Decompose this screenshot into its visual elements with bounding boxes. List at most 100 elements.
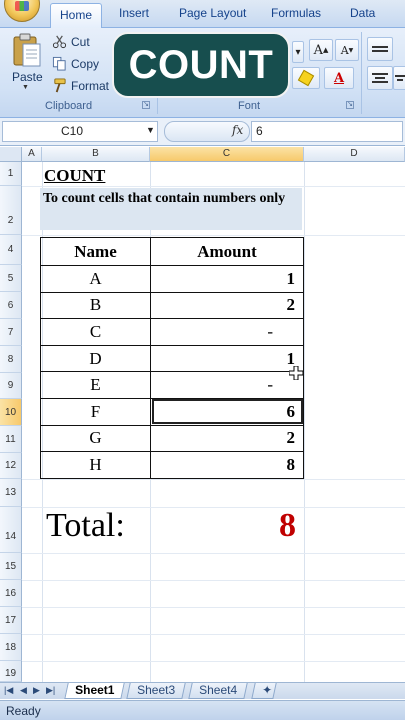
insert-sheet-icon[interactable]: ✦ bbox=[251, 683, 277, 699]
align-top-icon[interactable] bbox=[367, 37, 393, 61]
format-painter-button[interactable]: Format bbox=[52, 78, 109, 93]
row-header-6[interactable]: 6 bbox=[0, 292, 22, 319]
row-header-15[interactable]: 15 bbox=[0, 553, 22, 580]
cut-button[interactable]: Cut bbox=[52, 34, 90, 49]
column-header-d[interactable]: D bbox=[304, 147, 405, 162]
row-header-17[interactable]: 17 bbox=[0, 607, 22, 634]
name-box[interactable]: C10 bbox=[2, 121, 158, 142]
gridline bbox=[22, 553, 405, 554]
font-size-dropdown-icon[interactable]: ▾ bbox=[292, 41, 304, 63]
shrink-font-icon[interactable]: A ▼ bbox=[335, 39, 359, 61]
copy-icon bbox=[52, 56, 66, 71]
format-painter-label: Format bbox=[71, 78, 110, 93]
amount-cell[interactable]: 1 bbox=[150, 265, 304, 293]
grow-font-icon[interactable]: A ▲ bbox=[309, 39, 333, 61]
table-row: C - bbox=[40, 318, 304, 346]
select-all-corner[interactable] bbox=[0, 147, 22, 162]
row-header-2[interactable]: 2 bbox=[0, 186, 22, 235]
row-header-5[interactable]: 5 bbox=[0, 265, 22, 292]
sheet-tab-sheet4[interactable]: Sheet4 bbox=[188, 683, 248, 699]
paste-icon[interactable] bbox=[12, 32, 42, 68]
table-header-amount[interactable]: Amount bbox=[150, 237, 304, 266]
column-header-a[interactable]: A bbox=[22, 147, 42, 162]
font-color-icon[interactable]: A bbox=[324, 67, 354, 89]
gridline bbox=[22, 580, 405, 581]
cell-cursor-icon bbox=[289, 366, 303, 380]
gridline bbox=[22, 661, 405, 662]
name-cell[interactable]: C bbox=[40, 318, 151, 346]
next-sheet-icon[interactable]: ▶ bbox=[33, 685, 40, 696]
sheet-subtitle-cell[interactable]: To count cells that contain numbers only bbox=[40, 188, 302, 230]
row-header-12[interactable]: 12 bbox=[0, 453, 22, 479]
align-center-icon[interactable] bbox=[393, 66, 405, 90]
row-header-14[interactable]: 14 bbox=[0, 507, 22, 553]
row-header-10[interactable]: 10 bbox=[0, 399, 22, 426]
paste-dropdown-icon[interactable]: ▼ bbox=[22, 84, 29, 91]
table-row: B 2 bbox=[40, 291, 304, 320]
row-header-16[interactable]: 16 bbox=[0, 580, 22, 607]
last-sheet-icon[interactable]: ▶| bbox=[46, 685, 55, 696]
office-button-icon[interactable] bbox=[4, 0, 40, 22]
gridline bbox=[22, 607, 405, 608]
amount-cell[interactable]: - bbox=[150, 371, 304, 399]
table-row: D 1 bbox=[40, 344, 304, 373]
name-cell[interactable]: D bbox=[40, 344, 151, 373]
total-label-cell[interactable]: Total: bbox=[46, 507, 125, 545]
font-dialog-launcher-icon[interactable]: ↘ bbox=[346, 101, 354, 109]
name-box-dropdown-icon[interactable]: ▼ bbox=[146, 125, 155, 135]
copy-label: Copy bbox=[71, 56, 100, 71]
name-cell[interactable]: F bbox=[40, 397, 151, 426]
copy-button[interactable]: Copy bbox=[52, 56, 99, 71]
align-left-icon[interactable] bbox=[367, 66, 393, 90]
first-sheet-icon[interactable]: |◀ bbox=[4, 685, 13, 696]
sheet-tab-sheet1[interactable]: Sheet1 bbox=[64, 683, 126, 699]
amount-cell[interactable]: - bbox=[150, 318, 304, 346]
table-row: H 8 bbox=[40, 451, 304, 479]
count-overlay-badge: COUNT bbox=[112, 32, 290, 98]
name-cell[interactable]: A bbox=[40, 265, 151, 293]
row-header-11[interactable]: 11 bbox=[0, 426, 22, 453]
gridline bbox=[22, 235, 405, 236]
name-cell[interactable]: G bbox=[40, 424, 151, 453]
gridline bbox=[22, 186, 405, 187]
table-row: F 6 bbox=[40, 397, 304, 426]
tab-page-layout[interactable]: Page Layout bbox=[179, 6, 246, 20]
paste-button[interactable]: Paste bbox=[12, 70, 43, 84]
row-header-13[interactable]: 13 bbox=[0, 479, 22, 507]
tab-insert[interactable]: Insert bbox=[119, 6, 149, 20]
row-header-9[interactable]: 9 bbox=[0, 373, 22, 399]
name-cell[interactable]: H bbox=[40, 451, 151, 479]
row-header-1[interactable]: 1 bbox=[0, 162, 22, 186]
amount-cell[interactable]: 1 bbox=[150, 344, 304, 373]
formula-input[interactable]: 6 bbox=[251, 121, 403, 142]
cut-label: Cut bbox=[71, 34, 90, 49]
tab-formulas[interactable]: Formulas bbox=[271, 6, 321, 20]
ribbon-tab-bar: Home Insert Page Layout Formulas Data bbox=[0, 0, 405, 29]
column-header-b[interactable]: B bbox=[42, 147, 150, 162]
row-header-18[interactable]: 18 bbox=[0, 634, 22, 661]
tab-data[interactable]: Data bbox=[350, 6, 375, 20]
column-header-c[interactable]: C bbox=[150, 147, 304, 162]
sheet-tab-label: Sheet1 bbox=[75, 683, 115, 697]
row-header-4[interactable]: 4 bbox=[0, 235, 22, 265]
sheet-tab-sheet3[interactable]: Sheet3 bbox=[126, 683, 186, 699]
row-header-19[interactable]: 19 bbox=[0, 661, 22, 682]
amount-cell[interactable]: 2 bbox=[150, 424, 304, 453]
row-header-8[interactable]: 8 bbox=[0, 346, 22, 373]
total-value-cell[interactable]: 8 bbox=[279, 507, 296, 545]
row-header-7[interactable]: 7 bbox=[0, 319, 22, 346]
prev-sheet-icon[interactable]: ◀ bbox=[20, 685, 27, 696]
dialog-launcher-icon[interactable]: ↘ bbox=[142, 101, 150, 109]
fill-color-icon[interactable] bbox=[292, 67, 320, 89]
name-cell[interactable]: E bbox=[40, 371, 151, 399]
amount-cell[interactable]: 2 bbox=[150, 291, 304, 320]
insert-function-icon[interactable]: fx bbox=[232, 123, 243, 137]
active-amount-cell[interactable]: 6 bbox=[150, 397, 304, 426]
clipboard-group-label: Clipboard bbox=[45, 100, 93, 112]
tab-home[interactable]: Home bbox=[50, 3, 103, 29]
sheet-title-cell[interactable]: COUNT bbox=[44, 166, 105, 186]
table-header-name[interactable]: Name bbox=[40, 237, 151, 266]
amount-table: Name Amount A 1 B 2 C - D 1 E - F 6 G 2 … bbox=[40, 237, 304, 479]
name-cell[interactable]: B bbox=[40, 291, 151, 320]
amount-cell[interactable]: 8 bbox=[150, 451, 304, 479]
